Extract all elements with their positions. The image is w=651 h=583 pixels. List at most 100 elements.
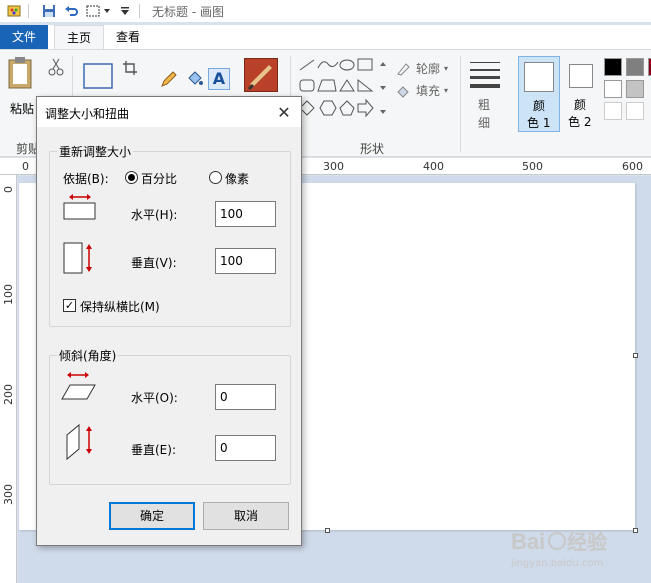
ruler-tick-label: 600: [622, 160, 643, 173]
color1-button[interactable]: 颜 色 1: [518, 56, 560, 132]
ruler-tick-label: 400: [423, 160, 444, 173]
palette-swatch[interactable]: [604, 80, 622, 98]
ruler-tick-label: 500: [522, 160, 543, 173]
skew-vertical-label: 垂直(E):: [131, 443, 176, 457]
vertical-input[interactable]: 100: [215, 248, 276, 274]
color1-label-line2: 色 1: [527, 116, 551, 130]
color1-label-line1: 颜: [533, 99, 546, 113]
toolbar-divider: [28, 4, 29, 18]
brushes-button[interactable]: [244, 58, 278, 92]
ribbon-tabs: 文件 主页 查看: [0, 25, 651, 49]
palette-swatch[interactable]: [626, 102, 644, 120]
select-rect-icon: [83, 63, 113, 89]
tab-home[interactable]: 主页: [54, 25, 104, 49]
fill-dropdown[interactable]: 填充 ▾: [396, 82, 448, 99]
pixels-radio[interactable]: [209, 171, 222, 184]
percent-radio[interactable]: [125, 171, 138, 184]
window-title: 无标题 - 画图: [152, 4, 224, 19]
color2-swatch: [569, 64, 593, 88]
canvas-resize-handle[interactable]: [325, 528, 330, 533]
pixels-label[interactable]: 像素: [225, 170, 249, 187]
quick-access-toolbar: [0, 0, 146, 22]
horizontal-label: 水平(H):: [131, 208, 178, 222]
text-tool-icon[interactable]: A: [208, 68, 230, 90]
ruler-tick-label: 0: [22, 160, 29, 173]
percent-label[interactable]: 百分比: [141, 170, 177, 187]
paste-button[interactable]: 粘贴: [6, 56, 36, 120]
undo-icon[interactable]: [63, 3, 79, 19]
chevron-down-icon: ▾: [444, 86, 449, 95]
tab-file[interactable]: 文件: [0, 25, 48, 49]
ruler-tick-label: 300: [2, 484, 15, 505]
by-label: 依据(B):: [63, 172, 109, 186]
chevron-down-icon: ▾: [444, 64, 449, 73]
resize-horizontal-icon: [63, 193, 97, 224]
ruler-tick-label: 0: [2, 186, 15, 193]
skew-horizontal-input[interactable]: 0: [215, 384, 276, 410]
color1-swatch: [524, 62, 554, 92]
size-button[interactable]: 粗 细: [468, 58, 502, 138]
canvas-resize-handle[interactable]: [633, 353, 638, 358]
ok-button[interactable]: 确定: [109, 502, 195, 530]
select-button[interactable]: [82, 62, 114, 93]
palette-swatch[interactable]: [626, 80, 644, 98]
baidu-watermark: Bai 经验 jingyan.baidu.com: [511, 527, 631, 569]
dialog-title-bar: 调整大小和扭曲 ✕: [37, 97, 301, 127]
tab-view[interactable]: 查看: [104, 25, 152, 49]
resize-vertical-icon: [63, 241, 97, 278]
vertical-ruler: 0 100 200 300: [0, 175, 17, 583]
paste-label: 粘贴: [10, 102, 35, 116]
skew-vertical-input[interactable]: 0: [215, 435, 276, 461]
color2-label-line1: 颜: [574, 98, 587, 112]
skew-horizontal-label: 水平(O):: [131, 391, 178, 405]
baidu-logo: Bai 经验: [511, 529, 607, 554]
pencil-icon[interactable]: [160, 70, 178, 91]
palette-swatch[interactable]: [626, 58, 644, 76]
horizontal-input[interactable]: 100: [215, 201, 276, 227]
shapes-gallery[interactable]: [296, 56, 386, 122]
skew-group-legend: 倾斜(角度): [57, 347, 119, 364]
resize-group-legend: 重新调整大小: [57, 143, 134, 160]
color-palette: [604, 58, 651, 124]
fill-bucket-icon[interactable]: [186, 70, 204, 91]
palette-swatch[interactable]: [604, 58, 622, 76]
skew-vertical-icon: [65, 421, 99, 464]
paint-app-icon[interactable]: [6, 3, 22, 19]
palette-swatch[interactable]: [604, 102, 622, 120]
clipboard-icon: [8, 57, 32, 89]
color2-label-line2: 色 2: [568, 115, 592, 129]
toolbar-divider: [139, 4, 140, 18]
size-label-line1: 粗: [478, 98, 491, 112]
customize-toolbar-icon[interactable]: [117, 3, 133, 19]
fill-icon: [397, 85, 409, 98]
brush-icon: [248, 65, 272, 90]
outline-icon: [397, 62, 410, 76]
size-label-line2: 细: [478, 116, 491, 130]
save-icon[interactable]: [41, 3, 57, 19]
canvas-resize-handle[interactable]: [633, 528, 638, 533]
cut-icon[interactable]: [48, 58, 64, 79]
outline-label: 轮廓: [416, 62, 441, 76]
resize-skew-dialog: 调整大小和扭曲 ✕ 重新调整大小 依据(B): 百分比 像素 水平(H): 10…: [36, 96, 302, 546]
cancel-button[interactable]: 取消: [203, 502, 289, 530]
outline-dropdown[interactable]: 轮廓 ▾: [396, 60, 448, 77]
select-dropdown-icon[interactable]: [85, 3, 101, 19]
ruler-tick-label: 100: [2, 284, 15, 305]
crop-icon[interactable]: [122, 60, 138, 79]
vertical-label: 垂直(V):: [131, 256, 177, 270]
shapes-scroll-icon[interactable]: [378, 58, 388, 118]
keep-ratio-label[interactable]: 保持纵横比(M): [80, 298, 160, 315]
dialog-title: 调整大小和扭曲: [45, 107, 130, 121]
title-bar: 无标题 - 画图: [0, 0, 651, 22]
chevron-down-icon[interactable]: [103, 3, 111, 19]
skew-horizontal-icon: [61, 371, 97, 406]
keep-ratio-checkbox[interactable]: ✓: [63, 299, 76, 312]
svg-text:经验: 经验: [567, 530, 607, 554]
ruler-tick-label: 300: [323, 160, 344, 173]
group-divider: [460, 56, 461, 152]
shapes-group-label: 形状: [360, 142, 385, 156]
color2-button[interactable]: 颜 色 2: [566, 62, 596, 132]
ruler-tick-label: 200: [2, 384, 15, 405]
svg-text:Bai: Bai: [511, 529, 545, 554]
close-icon[interactable]: ✕: [273, 101, 295, 123]
